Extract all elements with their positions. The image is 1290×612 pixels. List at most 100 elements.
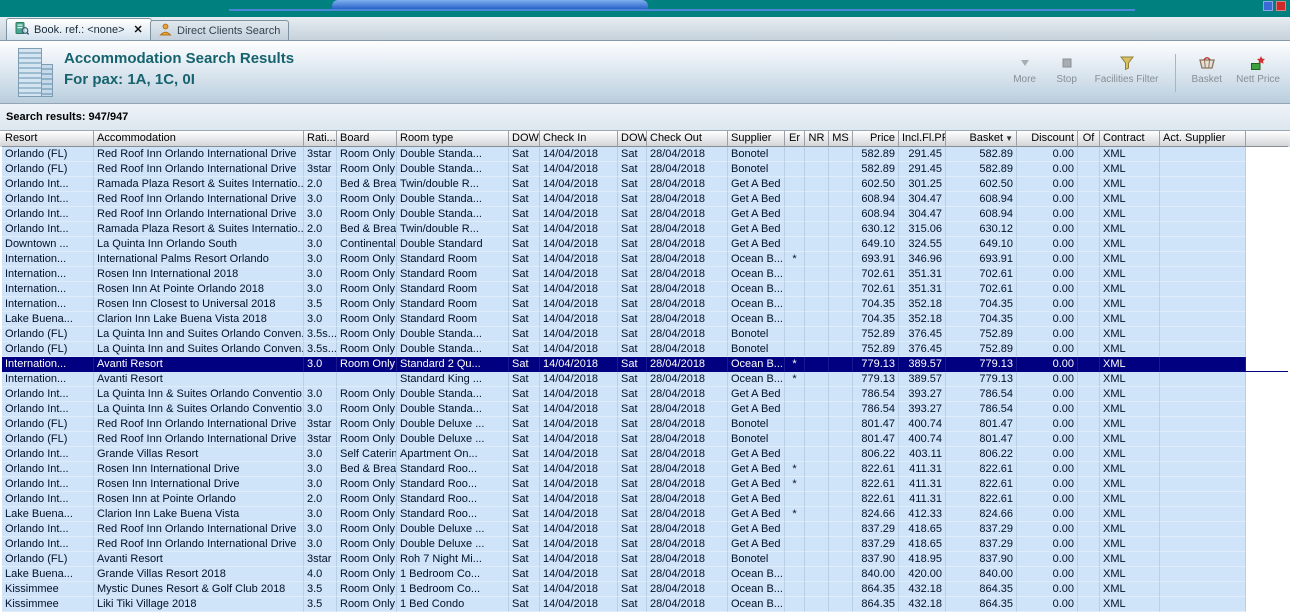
table-cell: Sat bbox=[618, 492, 647, 507]
table-cell: 14/04/2018 bbox=[540, 312, 618, 327]
column-header-room-type[interactable]: Room type bbox=[397, 131, 509, 147]
table-cell: 4.0 bbox=[304, 567, 337, 582]
table-cell: XML bbox=[1100, 522, 1160, 537]
table-cell: Kissimmee bbox=[2, 597, 94, 612]
table-cell: 28/04/2018 bbox=[647, 552, 728, 567]
column-header-board[interactable]: Board bbox=[337, 131, 397, 147]
column-header-nr[interactable]: NR bbox=[805, 131, 829, 147]
column-header-of[interactable]: Of bbox=[1078, 131, 1100, 147]
table-cell bbox=[829, 597, 853, 612]
table-row[interactable]: Orlando (FL) La Quinta Inn and Suites Orl… bbox=[0, 327, 1290, 342]
table-row[interactable]: Orlando Int... Rosen Inn International Dr… bbox=[0, 477, 1290, 492]
table-cell bbox=[829, 477, 853, 492]
column-header-dow[interactable]: DOW bbox=[618, 131, 647, 147]
table-row[interactable]: Orlando Int... Red Roof Inn Orlando Inter… bbox=[0, 537, 1290, 552]
table-row[interactable]: Kissimmee Mystic Dunes Resort & Golf Club… bbox=[0, 582, 1290, 597]
table-row[interactable]: Downtown ... La Quinta Inn Orlando South 3… bbox=[0, 237, 1290, 252]
table-row[interactable]: Lake Buena... Grande Villas Resort 2018 4.… bbox=[0, 567, 1290, 582]
table-cell: 3.5s... bbox=[304, 342, 337, 357]
table-cell: 28/04/2018 bbox=[647, 462, 728, 477]
table-row[interactable]: Internation... Avanti Resort Standard King… bbox=[0, 372, 1290, 387]
table-row[interactable]: Orlando Int... La Quinta Inn & Suites Orl… bbox=[0, 387, 1290, 402]
table-cell: XML bbox=[1100, 417, 1160, 432]
table-cell: 0.00 bbox=[1017, 492, 1078, 507]
table-cell: 0.00 bbox=[1017, 162, 1078, 177]
table-cell: Double Standa... bbox=[397, 162, 509, 177]
table-cell: 28/04/2018 bbox=[647, 252, 728, 267]
table-cell bbox=[829, 582, 853, 597]
table-row[interactable]: Orlando Int... Rosen Inn at Pointe Orland… bbox=[0, 492, 1290, 507]
table-row[interactable]: Orlando Int... Grande Villas Resort 3.0 Sel… bbox=[0, 447, 1290, 462]
tab-close-icon[interactable]: ✕ bbox=[134, 23, 143, 36]
table-row[interactable]: Lake Buena... Clarion Inn Lake Buena Vist… bbox=[0, 312, 1290, 327]
table-row[interactable]: Internation... Rosen Inn Closest to Unive… bbox=[0, 297, 1290, 312]
table-cell: 304.47 bbox=[899, 192, 946, 207]
facilities-filter-button[interactable]: Facilities Filter bbox=[1095, 54, 1159, 85]
basket-button[interactable]: Basket bbox=[1192, 54, 1222, 85]
table-cell: Sat bbox=[509, 507, 540, 522]
column-header-check-out[interactable]: Check Out bbox=[647, 131, 728, 147]
table-cell bbox=[1160, 477, 1246, 492]
table-cell: Sat bbox=[618, 552, 647, 567]
table-cell bbox=[1160, 267, 1246, 282]
table-cell: XML bbox=[1100, 552, 1160, 567]
table-cell: 28/04/2018 bbox=[647, 222, 728, 237]
column-header-price[interactable]: Price bbox=[853, 131, 899, 147]
table-cell bbox=[785, 492, 805, 507]
table-row[interactable]: Orlando Int... Rosen Inn International Dr… bbox=[0, 462, 1290, 477]
table-row[interactable]: Orlando Int... Red Roof Inn Orlando Inter… bbox=[0, 522, 1290, 537]
column-header-contract[interactable]: Contract bbox=[1100, 131, 1160, 147]
table-row[interactable]: Kissimmee Liki Tiki Village 2018 3.5 Room O… bbox=[0, 597, 1290, 612]
table-row[interactable]: Orlando (FL) La Quinta Inn and Suites Orl… bbox=[0, 342, 1290, 357]
table-cell: Orlando (FL) bbox=[2, 342, 94, 357]
more-button[interactable]: More bbox=[1011, 54, 1039, 85]
table-cell: 649.10 bbox=[853, 237, 899, 252]
table-cell: XML bbox=[1100, 162, 1160, 177]
table-row[interactable]: Orlando Int... Red Roof Inn Orlando Inter… bbox=[0, 207, 1290, 222]
table-cell: 14/04/2018 bbox=[540, 582, 618, 597]
table-cell: XML bbox=[1100, 252, 1160, 267]
table-cell-filler bbox=[1246, 567, 1288, 582]
table-row[interactable]: Orlando Int... Ramada Plaza Resort & Suit… bbox=[0, 222, 1290, 237]
column-header-filler bbox=[1246, 131, 1288, 147]
column-header-act-supplier[interactable]: Act. Supplier bbox=[1160, 131, 1246, 147]
table-cell: 28/04/2018 bbox=[647, 177, 728, 192]
column-header-check-in[interactable]: Check In bbox=[540, 131, 618, 147]
table-cell bbox=[1078, 207, 1100, 222]
column-header-dow[interactable]: DOW bbox=[509, 131, 540, 147]
column-header-incl-fl-pp[interactable]: Incl.Fl.PP bbox=[899, 131, 946, 147]
table-row[interactable]: Orlando (FL) Red Roof Inn Orlando Interna… bbox=[0, 147, 1290, 162]
nett-price-button[interactable]: Nett Price bbox=[1236, 54, 1280, 85]
table-row[interactable]: Orlando (FL) Avanti Resort 3star Room Only R… bbox=[0, 552, 1290, 567]
table-cell: Sat bbox=[509, 312, 540, 327]
table-cell bbox=[785, 447, 805, 462]
table-cell: Sat bbox=[618, 582, 647, 597]
column-header-accommodation[interactable]: Accommodation bbox=[94, 131, 304, 147]
column-header-er[interactable]: Er bbox=[785, 131, 805, 147]
table-row[interactable]: Orlando Int... La Quinta Inn & Suites Orl… bbox=[0, 402, 1290, 417]
table-row[interactable]: Orlando (FL) Red Roof Inn Orlando Interna… bbox=[0, 432, 1290, 447]
table-row[interactable]: Internation... Rosen Inn At Pointe Orland… bbox=[0, 282, 1290, 297]
table-cell bbox=[1078, 237, 1100, 252]
table-row[interactable]: Orlando (FL) Red Roof Inn Orlando Interna… bbox=[0, 162, 1290, 177]
table-row[interactable]: Orlando Int... Ramada Plaza Resort & Suit… bbox=[0, 177, 1290, 192]
table-row[interactable]: Internation... Rosen Inn International 20… bbox=[0, 267, 1290, 282]
column-header-rati[interactable]: Rati... bbox=[304, 131, 337, 147]
column-header-basket[interactable]: Basket ▼ bbox=[946, 131, 1017, 147]
tab-direct-clients-search[interactable]: Direct Clients Search bbox=[150, 20, 290, 40]
table-row[interactable]: Internation... Avanti Resort 3.0 Room Only S… bbox=[0, 357, 1290, 372]
table-cell: Orlando Int... bbox=[2, 477, 94, 492]
tab-booking-ref[interactable]: Book. ref.: <none> ✕ bbox=[6, 18, 152, 40]
column-header-resort[interactable]: Resort bbox=[2, 131, 94, 147]
table-row[interactable]: Lake Buena... Clarion Inn Lake Buena Vist… bbox=[0, 507, 1290, 522]
table-cell: Double Standard bbox=[397, 237, 509, 252]
table-row[interactable]: Orlando (FL) Red Roof Inn Orlando Interna… bbox=[0, 417, 1290, 432]
table-row[interactable]: Orlando Int... Red Roof Inn Orlando Inter… bbox=[0, 192, 1290, 207]
column-header-discount[interactable]: Discount bbox=[1017, 131, 1078, 147]
table-cell: 582.89 bbox=[853, 147, 899, 162]
table-row[interactable]: Internation... International Palms Resort… bbox=[0, 252, 1290, 267]
column-header-ms[interactable]: MS bbox=[829, 131, 853, 147]
column-header-supplier[interactable]: Supplier bbox=[728, 131, 785, 147]
table-cell: 3star bbox=[304, 162, 337, 177]
stop-button[interactable]: Stop bbox=[1053, 54, 1081, 85]
